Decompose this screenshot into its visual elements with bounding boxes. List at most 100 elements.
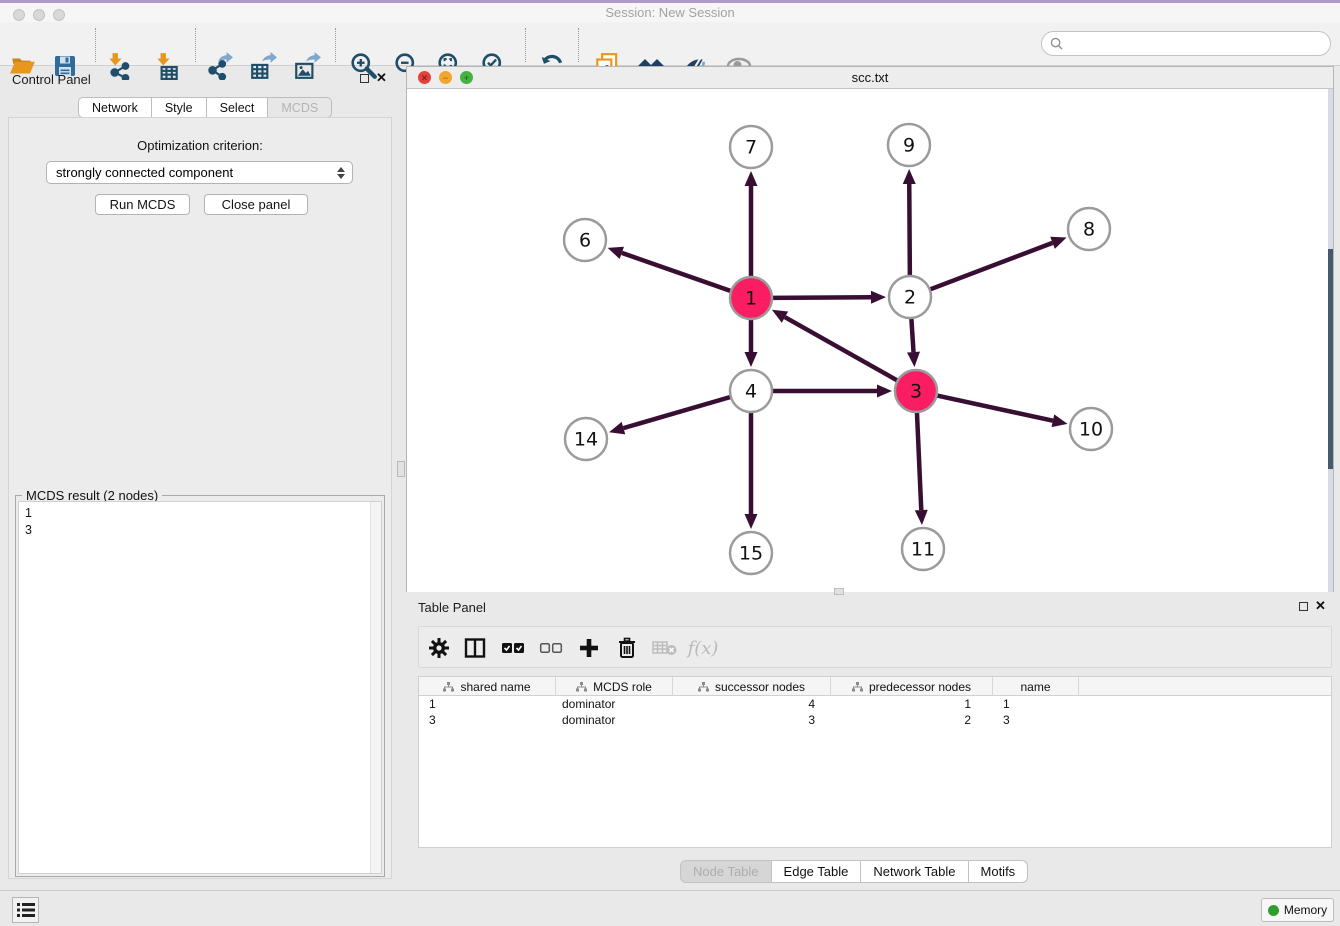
- window-title: Session: New Session: [0, 5, 1340, 20]
- graph-edge-2-3[interactable]: [911, 318, 913, 352]
- result-line: 3: [25, 522, 375, 539]
- table-row[interactable]: 3 dominator 3 2 3: [419, 712, 1331, 728]
- delete-button[interactable]: [610, 631, 644, 665]
- graph-edge-2-9[interactable]: [909, 184, 910, 276]
- cell-name: 1: [993, 696, 1079, 712]
- graph-edge-1-6[interactable]: [622, 253, 731, 291]
- deselect-all-icon: [539, 641, 563, 655]
- graph-edge-4-14[interactable]: [623, 397, 730, 428]
- gear-icon: [428, 637, 450, 659]
- task-history-button[interactable]: [12, 897, 39, 923]
- graph-edge-1-2[interactable]: [772, 297, 871, 298]
- float-table-panel-icon[interactable]: [1299, 602, 1308, 611]
- export-table-button[interactable]: [244, 48, 282, 84]
- graph-edge-arrowhead: [915, 510, 928, 525]
- column-type-icon: [852, 682, 863, 692]
- delete-table-icon: [652, 639, 678, 657]
- tab-network[interactable]: Network: [78, 97, 152, 118]
- function-builder-button[interactable]: f(x): [686, 631, 720, 665]
- graph-node-label: 4: [745, 381, 757, 403]
- criterion-select[interactable]: strongly connected component: [46, 161, 353, 184]
- cell-shared-name: 3: [419, 712, 556, 728]
- select-all-button[interactable]: [496, 631, 530, 665]
- tab-network-table[interactable]: Network Table: [861, 860, 968, 883]
- select-stepper-icon: [334, 165, 348, 181]
- network-scrollbar[interactable]: [1328, 89, 1333, 592]
- table-options-button[interactable]: [422, 631, 456, 665]
- function-builder-icon: f(x): [688, 638, 719, 659]
- import-table-button[interactable]: [148, 48, 186, 84]
- node-table-header: shared name MCDS role successor nodes pr…: [419, 677, 1331, 696]
- toolbar-separator: [195, 28, 196, 62]
- main-toolbar: [0, 22, 1340, 66]
- memory-button[interactable]: Memory: [1261, 898, 1334, 922]
- create-column-button[interactable]: [572, 631, 606, 665]
- column-header-successor-nodes[interactable]: successor nodes: [673, 677, 831, 696]
- export-network-button[interactable]: [200, 48, 238, 84]
- table-panel-title: Table Panel: [418, 600, 486, 615]
- column-header-mcds-role[interactable]: MCDS role: [556, 677, 673, 696]
- column-header-predecessor-nodes[interactable]: predecessor nodes: [831, 677, 993, 696]
- tab-edge-table[interactable]: Edge Table: [772, 860, 862, 883]
- close-panel-button[interactable]: Close panel: [204, 194, 308, 215]
- graph-node-label: 6: [579, 230, 591, 252]
- tab-motifs[interactable]: Motifs: [969, 860, 1029, 883]
- network-graph-canvas[interactable]: 7968124314101511: [407, 89, 1333, 592]
- toolbar-separator: [578, 28, 579, 62]
- network-view-window: ✕ − + scc.txt 7968124314101511: [406, 66, 1334, 592]
- cell-name: 3: [993, 712, 1079, 728]
- memory-label: Memory: [1284, 903, 1327, 917]
- graph-edge-arrowhead: [1050, 237, 1066, 249]
- graph-edge-arrowhead: [745, 352, 758, 367]
- export-image-button[interactable]: [288, 48, 326, 84]
- search-input[interactable]: [1068, 36, 1330, 51]
- import-network-button[interactable]: [100, 48, 138, 84]
- graph-edge-3-11[interactable]: [917, 412, 921, 510]
- select-all-icon: [501, 641, 525, 655]
- control-panel-title: Control Panel: [12, 72, 91, 87]
- split-columns-icon: [464, 637, 486, 659]
- deselect-all-button[interactable]: [534, 631, 568, 665]
- close-table-panel-icon[interactable]: ✕: [1315, 601, 1326, 611]
- mcds-panel: Optimization criterion: strongly connect…: [8, 117, 392, 879]
- trash-icon: [617, 637, 637, 659]
- float-panel-icon[interactable]: [360, 74, 369, 83]
- graph-edge-3-1[interactable]: [785, 317, 898, 381]
- graph-edge-arrowhead: [871, 291, 886, 304]
- delete-table-button[interactable]: [648, 631, 682, 665]
- tab-mcds[interactable]: MCDS: [268, 97, 332, 118]
- cell-successor-nodes: 4: [673, 696, 831, 712]
- horizontal-splitter-handle[interactable]: [834, 588, 844, 595]
- window-titlebar: Session: New Session: [0, 3, 1340, 22]
- cell-mcds-role: dominator: [556, 712, 673, 728]
- vertical-splitter-handle[interactable]: [397, 461, 405, 477]
- tab-select[interactable]: Select: [207, 97, 269, 118]
- show-columns-button[interactable]: [458, 631, 492, 665]
- cell-shared-name: 1: [419, 696, 556, 712]
- tab-node-table[interactable]: Node Table: [680, 860, 772, 883]
- column-type-icon: [443, 682, 454, 692]
- graph-node-label: 8: [1083, 219, 1095, 241]
- column-header-name[interactable]: name: [993, 677, 1079, 696]
- graph-node-label: 7: [745, 137, 757, 159]
- toolbar-separator: [95, 28, 96, 62]
- graph-edge-arrowhead: [877, 385, 892, 398]
- network-scrollbar-thumb[interactable]: [1328, 249, 1333, 469]
- run-mcds-button[interactable]: Run MCDS: [95, 194, 190, 215]
- graph-node-label: 11: [911, 539, 935, 561]
- graph-node-label: 14: [574, 429, 598, 451]
- tab-style[interactable]: Style: [152, 97, 207, 118]
- mcds-result-textarea[interactable]: 1 3: [18, 501, 382, 874]
- graph-edge-2-8[interactable]: [930, 243, 1053, 290]
- column-type-icon: [698, 682, 709, 692]
- export-image-icon: [293, 52, 321, 80]
- node-table: shared name MCDS role successor nodes pr…: [418, 676, 1332, 848]
- column-header-shared-name[interactable]: shared name: [419, 677, 556, 696]
- graph-edge-3-10[interactable]: [937, 395, 1053, 420]
- graph-edge-arrowhead: [907, 352, 920, 367]
- close-panel-icon[interactable]: ✕: [376, 73, 387, 83]
- export-network-icon: [205, 52, 233, 80]
- result-line: 1: [25, 505, 375, 522]
- result-scrollbar[interactable]: [370, 502, 381, 873]
- table-row[interactable]: 1 dominator 4 1 1: [419, 696, 1331, 712]
